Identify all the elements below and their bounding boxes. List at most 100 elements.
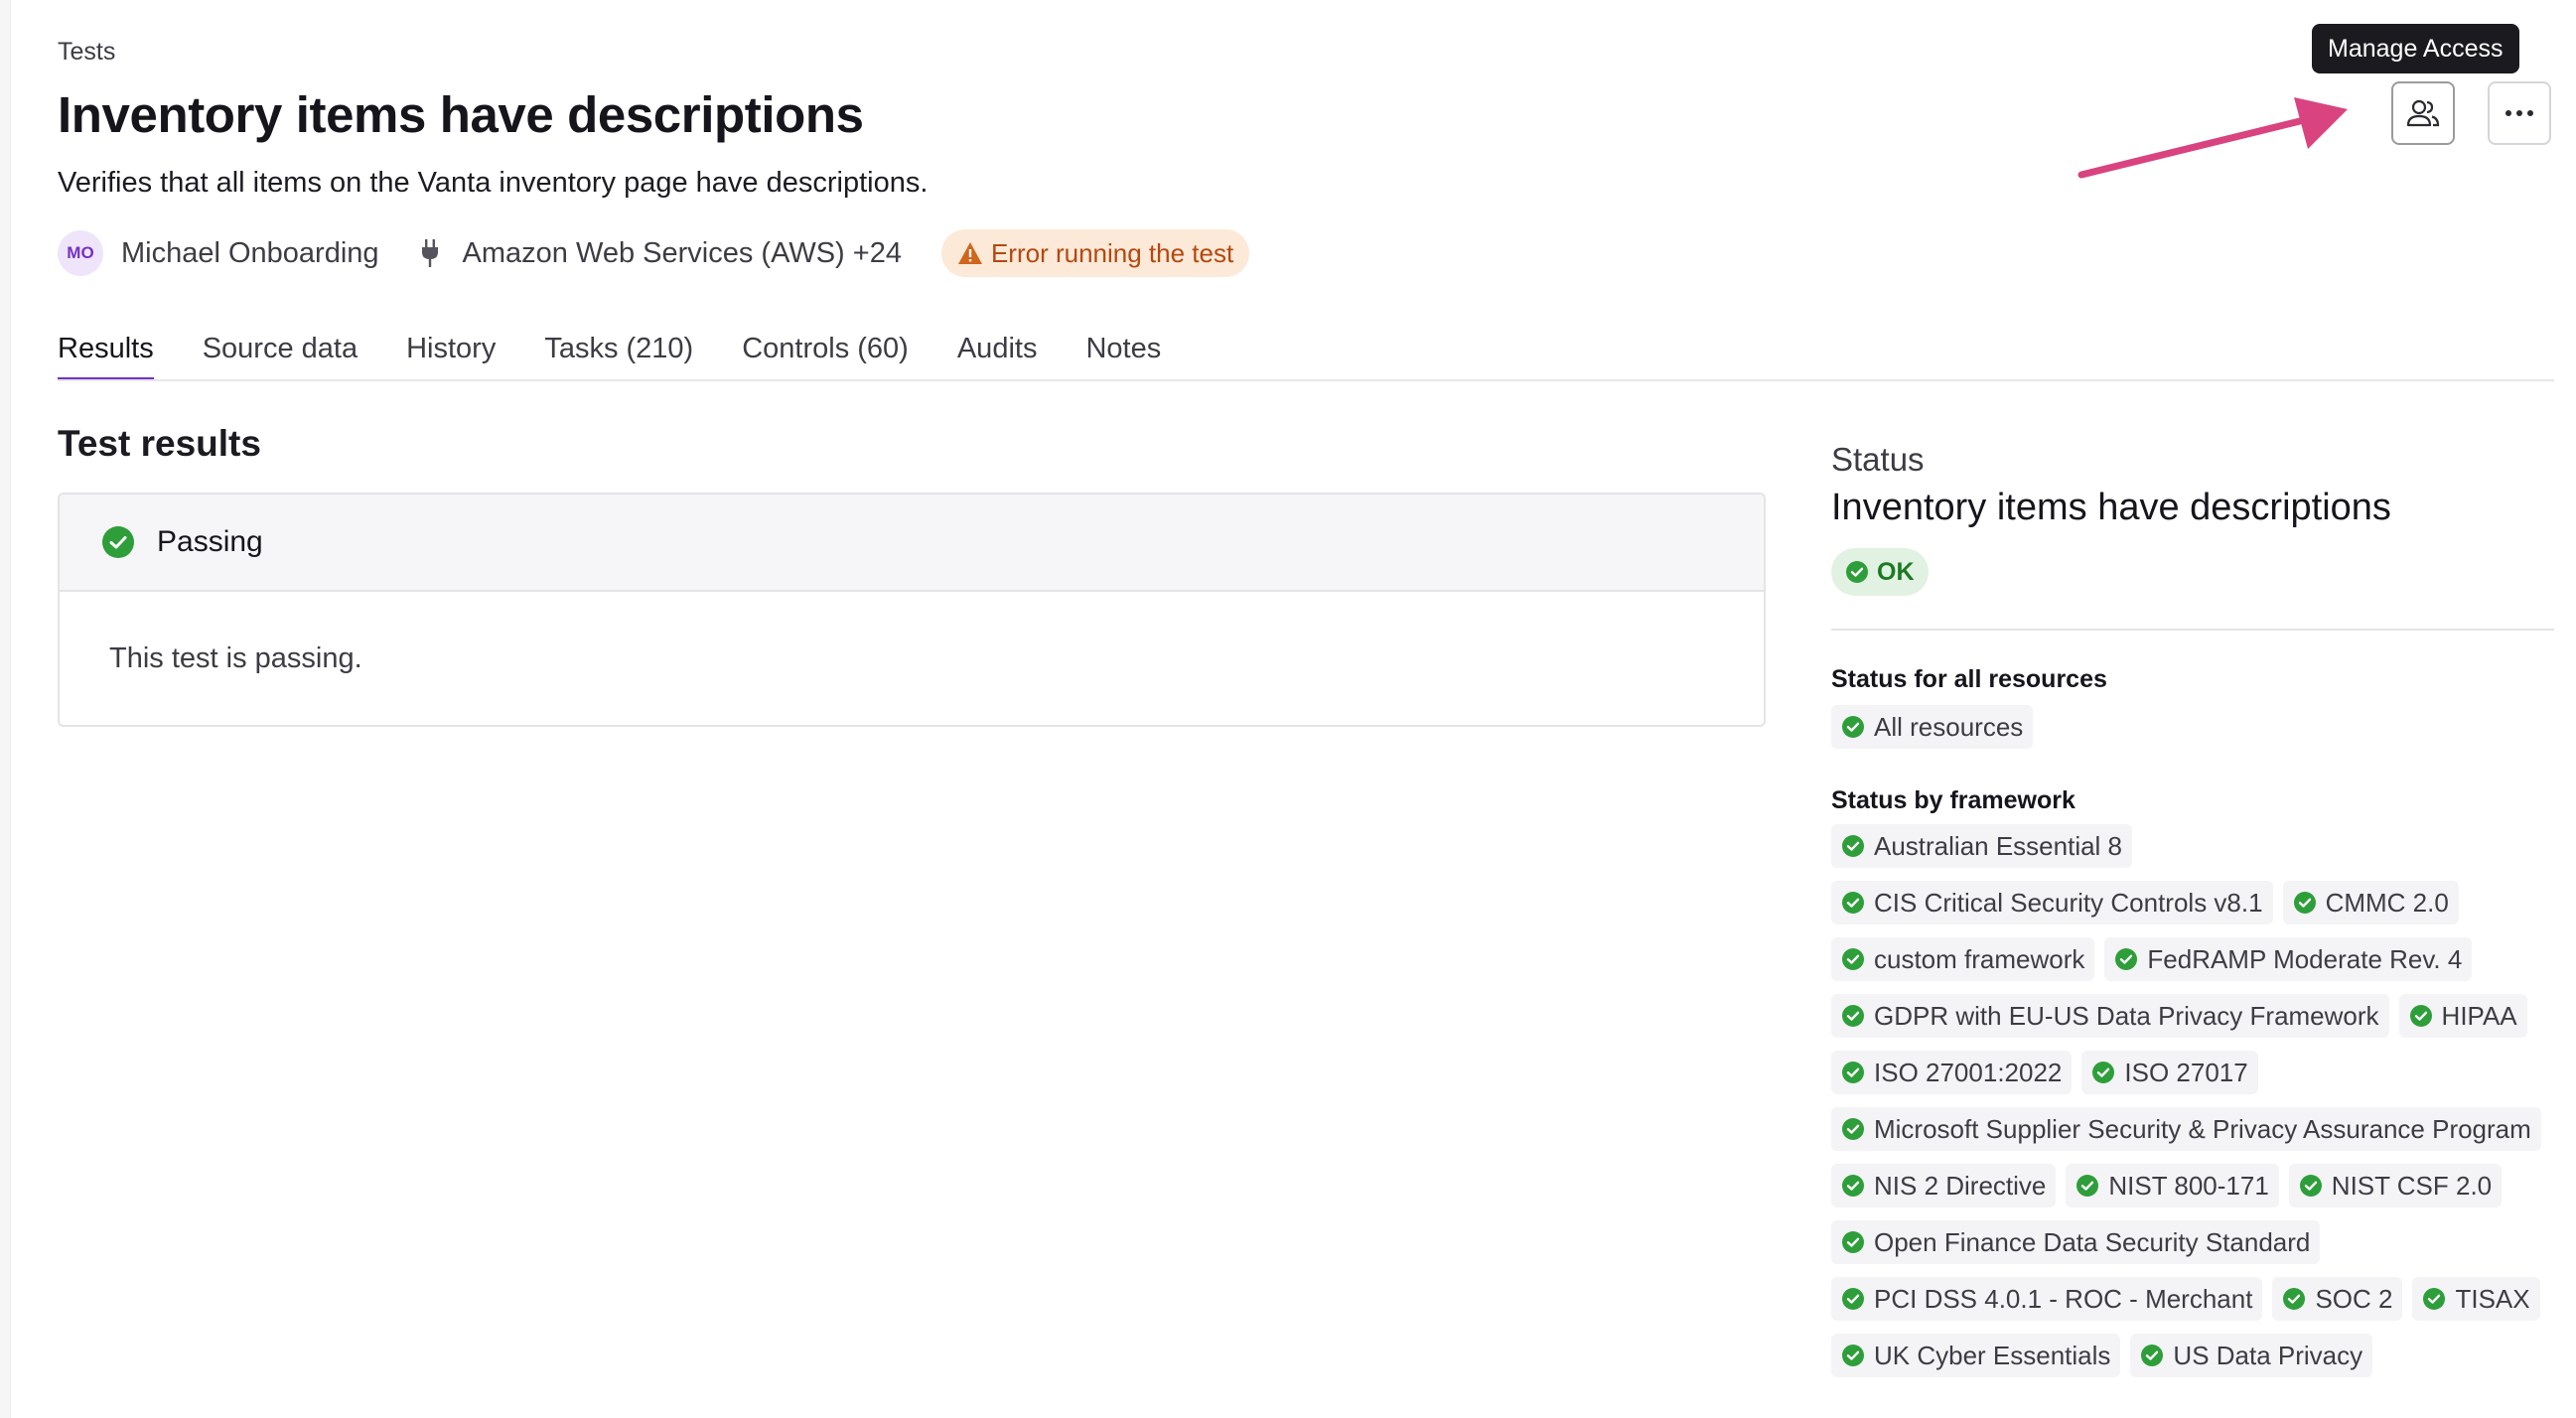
framework-row: Microsoft Supplier Security & Privacy As… — [1831, 1107, 2541, 1151]
owner-name[interactable]: Michael Onboarding — [121, 237, 379, 270]
framework-chip-nist-csf-2-0[interactable]: NIST CSF 2.0 — [2288, 1164, 2503, 1207]
check-circle-icon — [2076, 1175, 2099, 1197]
error-status-badge[interactable]: Error running the test — [940, 229, 1250, 277]
framework-chip-hipaa[interactable]: HIPAA — [2398, 994, 2527, 1038]
framework-chip-custom-framework[interactable]: custom framework — [1831, 937, 2095, 981]
framework-chip-label: CMMC 2.0 — [2325, 887, 2449, 918]
all-resources-row: All resources — [1831, 705, 2034, 749]
check-circle-icon — [2293, 892, 2316, 914]
result-message: This test is passing. — [109, 642, 362, 674]
framework-chip-iso-27017[interactable]: ISO 27017 — [2081, 1051, 2258, 1094]
tab-bar: Results Source data History Tasks (210) Cont… — [58, 318, 1210, 381]
tab-tasks-210[interactable]: Tasks (210) — [544, 318, 693, 377]
check-circle-icon — [1842, 1062, 1864, 1083]
check-circle-icon — [2141, 1345, 2164, 1366]
framework-chip-label: Australian Essential 8 — [1874, 830, 2123, 861]
manage-access-tooltip: Manage Access — [2312, 24, 2519, 73]
chip-label: All resources — [1874, 711, 2024, 742]
framework-chip-tisax[interactable]: TISAX — [2412, 1277, 2540, 1321]
result-card: Passing This test is passing. — [58, 493, 1766, 727]
all-resources-chip[interactable]: All resources — [1831, 705, 2034, 749]
framework-chip-soc-2[interactable]: SOC 2 — [2272, 1277, 2403, 1321]
framework-chip-label: Open Finance Data Security Standard — [1874, 1226, 2311, 1257]
framework-row: ISO 27001:2022 ISO 27017 — [1831, 1051, 2258, 1094]
framework-row: CIS Critical Security Controls v8.1 CMMC … — [1831, 881, 2459, 924]
framework-chip-label: FedRAMP Moderate Rev. 4 — [2147, 943, 2463, 974]
framework-chip-gdpr-with-eu-us-data-privacy-framework[interactable]: GDPR with EU-US Data Privacy Framework — [1831, 994, 2389, 1038]
framework-chip-cmmc-2-0[interactable]: CMMC 2.0 — [2282, 881, 2459, 924]
framework-chip-label: NIST CSF 2.0 — [2331, 1170, 2493, 1201]
check-circle-icon — [2283, 1288, 2306, 1310]
check-circle-icon — [2299, 1175, 2322, 1197]
status-panel-label: Status — [1831, 441, 1925, 478]
framework-chip-microsoft-supplier-security-privacy-assurance-program[interactable]: Microsoft Supplier Security & Privacy As… — [1831, 1107, 2541, 1151]
framework-heading: Status by framework — [1831, 786, 2075, 814]
framework-chip-open-finance-data-security-standard[interactable]: Open Finance Data Security Standard — [1831, 1220, 2321, 1264]
framework-chip-cis-critical-security-controls-v8-1[interactable]: CIS Critical Security Controls v8.1 — [1831, 881, 2273, 924]
check-circle-icon — [1842, 1345, 1864, 1366]
framework-chip-label: UK Cyber Essentials — [1874, 1340, 2111, 1370]
tab-controls-60[interactable]: Controls (60) — [742, 318, 909, 377]
framework-chip-pci-dss-4-0-1-roc-merchant[interactable]: PCI DSS 4.0.1 - ROC - Merchant — [1831, 1277, 2263, 1321]
framework-chip-iso-27001-2022[interactable]: ISO 27001:2022 — [1831, 1051, 2073, 1094]
more-options-button[interactable] — [2488, 81, 2551, 145]
tab-results[interactable]: Results — [58, 318, 154, 381]
manage-access-button[interactable] — [2391, 81, 2455, 145]
framework-row: Open Finance Data Security Standard — [1831, 1220, 2321, 1264]
result-card-header[interactable]: Passing — [60, 495, 1764, 592]
framework-chip-nis-2-directive[interactable]: NIS 2 Directive — [1831, 1164, 2057, 1207]
check-circle-icon — [2423, 1288, 2446, 1310]
framework-chip-label: HIPAA — [2441, 1000, 2517, 1031]
status-badge: OK — [1831, 548, 1929, 596]
framework-chip-label: PCI DSS 4.0.1 - ROC - Merchant — [1874, 1283, 2253, 1314]
tab-source-data[interactable]: Source data — [203, 318, 358, 377]
tab-history[interactable]: History — [406, 318, 496, 377]
page-title: Inventory items have descriptions — [58, 86, 864, 143]
plug-icon — [419, 237, 441, 269]
breadcrumb[interactable]: Tests — [58, 38, 115, 67]
check-circle-icon — [1842, 1118, 1864, 1140]
framework-chip-nist-800-171[interactable]: NIST 800-171 — [2066, 1164, 2279, 1207]
check-circle-icon — [1842, 892, 1864, 914]
annotation-arrow — [2077, 97, 2348, 179]
tab-notes[interactable]: Notes — [1085, 318, 1161, 377]
status-panel-title: Inventory items have descriptions — [1831, 487, 2391, 528]
avatar[interactable]: MO — [58, 230, 103, 276]
framework-chip-label: ISO 27001:2022 — [1874, 1057, 2063, 1087]
framework-row: GDPR with EU-US Data Privacy Framework HI… — [1831, 994, 2527, 1038]
check-circle-icon — [1842, 1231, 1864, 1253]
integration-link[interactable]: Amazon Web Services (AWS) +24 — [463, 237, 902, 270]
check-circle-icon — [1846, 561, 1868, 583]
framework-chip-fedramp-moderate-rev-4[interactable]: FedRAMP Moderate Rev. 4 — [2104, 937, 2473, 981]
check-circle-icon — [1842, 948, 1864, 970]
tab-audits[interactable]: Audits — [957, 318, 1038, 377]
users-icon — [2406, 99, 2440, 127]
framework-chip-label: Microsoft Supplier Security & Privacy As… — [1874, 1113, 2531, 1144]
all-resources-heading: Status for all resources — [1831, 665, 2107, 693]
check-circle-icon — [2115, 948, 2138, 970]
check-circle-icon — [1842, 716, 1864, 738]
framework-chip-label: TISAX — [2455, 1283, 2530, 1314]
framework-row: NIS 2 Directive NIST 800-171 NIST CSF 2.0 — [1831, 1164, 2503, 1207]
status-panel-divider — [1831, 629, 2554, 631]
framework-chip-uk-cyber-essentials[interactable]: UK Cyber Essentials — [1831, 1334, 2121, 1377]
framework-chip-australian-essential-8[interactable]: Australian Essential 8 — [1831, 824, 2133, 868]
check-circle-icon — [2409, 1005, 2432, 1027]
warning-icon — [957, 242, 982, 264]
page: Tests Inventory items have descriptions … — [0, 0, 2576, 1418]
framework-chip-label: custom framework — [1874, 943, 2085, 974]
framework-row: PCI DSS 4.0.1 - ROC - Merchant SOC 2 TISAX — [1831, 1277, 2540, 1321]
framework-chip-label: GDPR with EU-US Data Privacy Framework — [1874, 1000, 2379, 1031]
check-circle-icon — [1842, 1288, 1864, 1310]
ellipsis-icon — [2505, 110, 2533, 116]
framework-chip-label: NIST 800-171 — [2108, 1170, 2269, 1201]
framework-chip-label: CIS Critical Security Controls v8.1 — [1874, 887, 2263, 918]
framework-chip-label: SOC 2 — [2315, 1283, 2393, 1314]
framework-chip-us-data-privacy[interactable]: US Data Privacy — [2130, 1334, 2373, 1377]
framework-chip-label: US Data Privacy — [2173, 1340, 2363, 1370]
framework-row: Australian Essential 8 — [1831, 824, 2133, 868]
check-circle-icon — [2092, 1062, 2115, 1083]
status-badge-label: OK — [1877, 557, 1915, 586]
error-status-label: Error running the test — [990, 237, 1234, 268]
framework-chip-label: ISO 27017 — [2124, 1057, 2248, 1087]
